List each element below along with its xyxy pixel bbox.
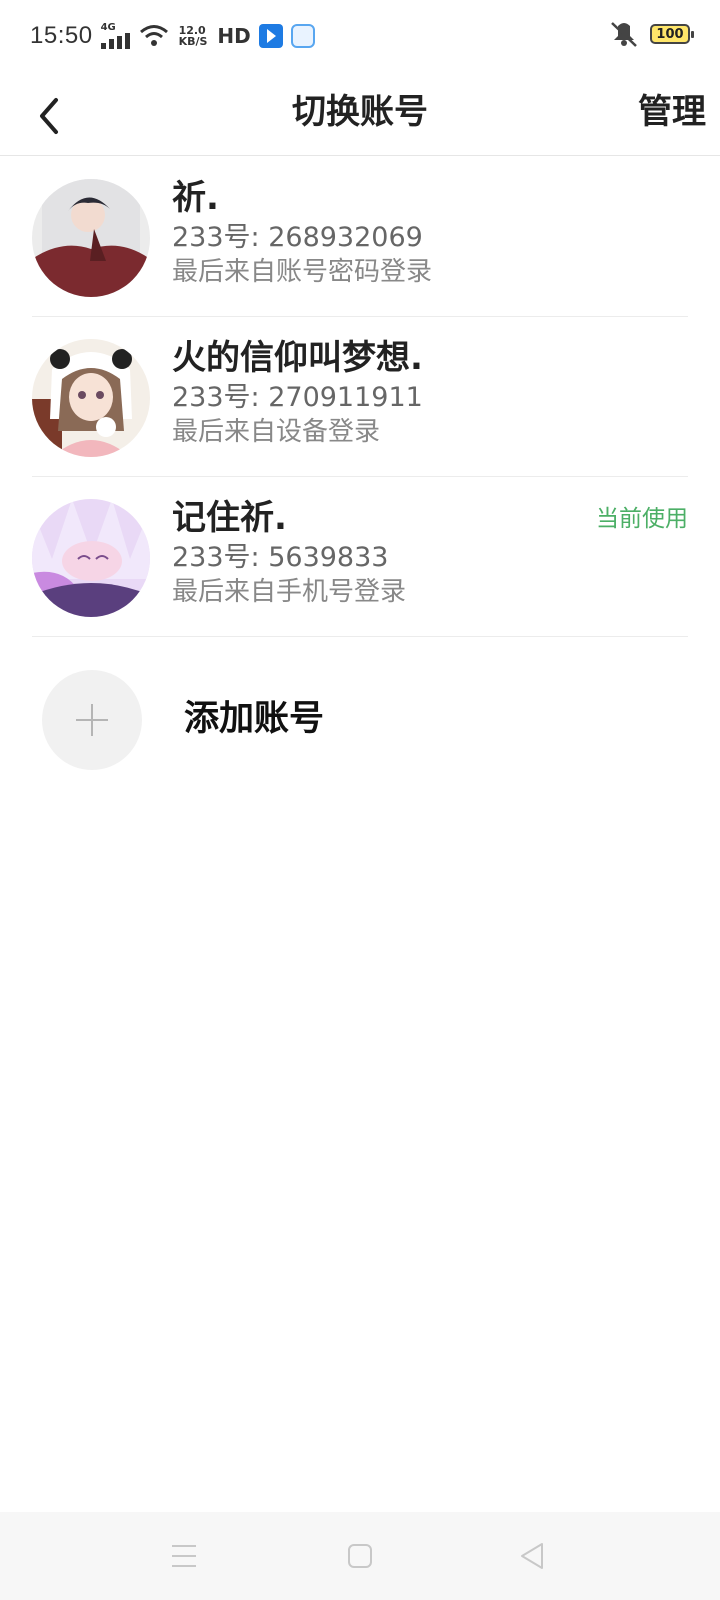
status-left: 15:50 4G 12.0 KB/S HD — [30, 22, 315, 50]
account-login-source: 最后来自设备登录 — [172, 417, 381, 447]
account-id: 233号: 270911911 — [172, 382, 423, 413]
account-list: 祈. 233号: 268932069 最后来自账号密码登录 火的信仰叫梦想. 2… — [0, 157, 720, 637]
browser-icon — [290, 24, 315, 48]
page-title: 切换账号 — [292, 92, 428, 132]
current-account-badge: 当前使用 — [596, 506, 688, 532]
back-icon[interactable] — [516, 1540, 548, 1572]
account-item[interactable]: 记住祈. 233号: 5639833 最后来自手机号登录 当前使用 — [32, 477, 688, 637]
home-icon[interactable] — [344, 1540, 376, 1572]
battery-icon: 100 — [650, 24, 694, 44]
avatar — [32, 179, 150, 297]
account-info: 祈. 233号: 268932069 最后来自账号密码登录 — [172, 177, 432, 289]
add-account-label: 添加账号 — [184, 699, 325, 739]
signal-icon: 4G — [100, 22, 131, 49]
account-item[interactable]: 祈. 233号: 268932069 最后来自账号密码登录 — [32, 157, 688, 317]
account-info: 火的信仰叫梦想. 233号: 270911911 最后来自设备登录 — [172, 337, 423, 449]
account-name: 记住祈. — [172, 498, 287, 538]
wifi-icon — [139, 25, 168, 46]
avatar-image — [32, 179, 150, 297]
status-time: 15:50 — [30, 22, 93, 49]
account-id: 233号: 268932069 — [172, 222, 423, 253]
account-name: 火的信仰叫梦想. — [172, 338, 423, 378]
account-id: 233号: 5639833 — [172, 542, 389, 573]
avatar — [32, 339, 150, 457]
net-speed: 12.0 KB/S — [179, 25, 208, 47]
avatar — [32, 499, 150, 617]
plus-icon — [42, 670, 142, 770]
status-right: 100 — [608, 20, 694, 48]
navigation-bar — [0, 1512, 720, 1600]
signal-bars-icon — [100, 33, 130, 49]
app-icon — [258, 24, 283, 48]
menu-icon[interactable] — [168, 1540, 200, 1572]
account-item[interactable]: 火的信仰叫梦想. 233号: 270911911 最后来自设备登录 — [32, 317, 688, 477]
add-account-row[interactable]: 添加账号 — [0, 655, 720, 775]
hd-label: HD — [217, 24, 251, 48]
avatar-image — [32, 499, 150, 617]
account-login-source: 最后来自账号密码登录 — [172, 257, 433, 287]
account-info: 记住祈. 233号: 5639833 最后来自手机号登录 — [172, 497, 406, 609]
account-login-source: 最后来自手机号登录 — [172, 577, 407, 607]
manage-button[interactable]: 管理 — [638, 84, 706, 133]
account-name: 祈. — [172, 178, 219, 218]
net-speed-unit: KB/S — [178, 35, 208, 48]
network-type: 4G — [100, 22, 116, 33]
avatar-image — [32, 339, 150, 457]
status-bar: 15:50 4G 12.0 KB/S HD 100 — [0, 0, 720, 72]
header: 切换账号 管理 — [0, 72, 720, 156]
mute-vibrate-icon — [611, 22, 637, 47]
battery-level: 100 — [656, 26, 684, 42]
